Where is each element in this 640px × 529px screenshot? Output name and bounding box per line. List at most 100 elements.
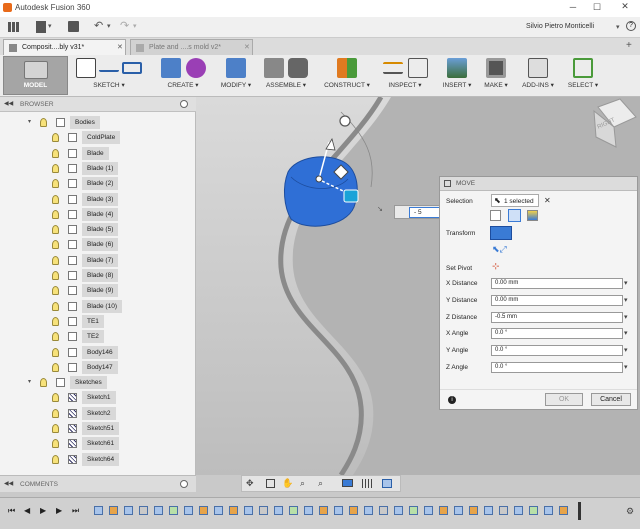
move-dialog-header[interactable]: MOVE <box>440 177 637 191</box>
transform-field-input[interactable]: 0.0 ° <box>491 345 623 357</box>
visibility-bulb-icon[interactable] <box>52 332 59 342</box>
visibility-bulb-icon[interactable] <box>52 163 59 173</box>
timeline-marker[interactable] <box>578 502 581 520</box>
browser-item-body[interactable]: Blade (10) <box>0 299 196 314</box>
timeline-feature-icon[interactable] <box>499 506 508 515</box>
selection-field[interactable]: ⬉ 1 selected <box>491 194 539 207</box>
help-icon[interactable]: ? <box>626 21 636 31</box>
comments-panel[interactable]: ◀◀ COMMENTS <box>0 475 196 492</box>
insert-image-icon[interactable] <box>447 58 467 78</box>
insert-menu[interactable]: INSERT ▾ <box>440 58 474 89</box>
timeline-start-icon[interactable]: ⏮ <box>8 506 15 516</box>
timeline-feature-icon[interactable] <box>244 506 253 515</box>
timeline-feature-icon[interactable] <box>319 506 328 515</box>
timeline-feature-icon[interactable] <box>154 506 163 515</box>
visibility-bulb-icon[interactable] <box>52 301 59 311</box>
browser-item-body[interactable]: Blade (5) <box>0 222 196 237</box>
look-at-icon[interactable] <box>266 479 275 488</box>
scripts-icon[interactable] <box>528 58 548 78</box>
browser-item-sketch[interactable]: Sketch1 <box>0 390 196 405</box>
z-axis-arrow-icon[interactable] <box>325 137 336 151</box>
visibility-bulb-icon[interactable] <box>52 362 59 372</box>
measure-icon[interactable] <box>382 62 403 74</box>
visibility-bulb-icon[interactable] <box>40 378 47 388</box>
data-panel-icon[interactable] <box>8 22 20 32</box>
browser-item-body[interactable]: Blade (7) <box>0 253 196 268</box>
select-icon[interactable] <box>573 58 593 78</box>
sketch-menu[interactable]: SKETCH ▾ <box>74 58 144 89</box>
browser-pin-icon[interactable] <box>180 100 188 108</box>
timeline-feature-icon[interactable] <box>139 506 148 515</box>
transform-field-input[interactable]: -0.5 mm <box>491 311 623 323</box>
make-menu[interactable]: MAKE ▾ <box>482 58 510 89</box>
offset-plane-icon[interactable] <box>337 58 357 78</box>
timeline-feature-icon[interactable] <box>529 506 538 515</box>
document-tab-active[interactable]: Composit....bly v31* ✕ <box>3 39 126 55</box>
document-tab[interactable]: Plate and ....s mold v2* ✕ <box>130 39 253 55</box>
browser-item-sketch[interactable]: Sketch64 <box>0 452 196 467</box>
add-comment-icon[interactable] <box>180 480 188 488</box>
extrude-icon[interactable] <box>160 58 181 78</box>
display-settings-icon[interactable] <box>342 479 353 487</box>
create-sketch-icon[interactable] <box>75 58 96 78</box>
transform-field-dropdown-icon[interactable]: ▾ <box>624 363 628 371</box>
joint-icon[interactable] <box>288 58 308 78</box>
browser-item-body[interactable]: Body147 <box>0 360 196 375</box>
timeline-feature-icon[interactable] <box>199 506 208 515</box>
visibility-bulb-icon[interactable] <box>52 209 59 219</box>
addins-menu[interactable]: ADD-INS ▾ <box>520 58 556 89</box>
3d-print-icon[interactable] <box>486 58 506 78</box>
pivot-point-icon[interactable] <box>315 175 323 183</box>
section-analysis-icon[interactable] <box>407 58 428 78</box>
browser-item-body[interactable]: TE2 <box>0 329 196 344</box>
browser-item-body[interactable]: Blade (2) <box>0 176 196 191</box>
user-chevron-icon[interactable]: ▾ <box>616 23 620 31</box>
timeline-feature-icon[interactable] <box>409 506 418 515</box>
rotate-handle-icon[interactable] <box>339 115 351 127</box>
file-menu-chevron-icon[interactable]: ▾ <box>48 22 52 30</box>
timeline-feature-icon[interactable] <box>454 506 463 515</box>
visibility-bulb-icon[interactable] <box>52 271 59 280</box>
point-to-point-icon[interactable]: ⬉⤢ <box>492 244 507 255</box>
free-move-icon[interactable] <box>490 226 512 240</box>
info-icon[interactable]: i <box>448 396 456 404</box>
timeline-play-icon[interactable]: ▶ <box>40 506 46 515</box>
timeline-settings-icon[interactable]: ⚙ <box>626 506 634 517</box>
timeline-feature-icon[interactable] <box>304 506 313 515</box>
visibility-bulb-icon[interactable] <box>52 316 59 326</box>
timeline-feature-icon[interactable] <box>514 506 523 515</box>
collapse-dialog-icon[interactable] <box>444 180 451 187</box>
modify-menu[interactable]: MODIFY ▾ <box>216 58 256 89</box>
file-menu-icon[interactable] <box>36 21 46 33</box>
visibility-bulb-icon[interactable] <box>52 225 59 235</box>
clear-selection-icon[interactable]: ✕ <box>544 196 551 205</box>
visibility-bulb-icon[interactable] <box>52 240 59 250</box>
press-pull-icon[interactable] <box>226 58 246 78</box>
browser-item-body[interactable]: Blade (6) <box>0 237 196 252</box>
close-tab-icon[interactable]: ✕ <box>244 43 250 51</box>
timeline-feature-icon[interactable] <box>229 506 238 515</box>
folder-expand-icon[interactable]: ▾ <box>28 378 31 385</box>
visibility-bulb-icon[interactable] <box>52 408 59 418</box>
zoom-icon[interactable]: ⌕ <box>300 478 305 489</box>
timeline-next-icon[interactable]: ▶ <box>56 506 62 515</box>
rectangle-icon[interactable] <box>122 62 143 74</box>
transform-field-input[interactable]: 0.00 mm <box>491 294 623 306</box>
transform-field-dropdown-icon[interactable]: ▾ <box>624 346 628 354</box>
transform-field-input[interactable]: 0.0 ° <box>491 362 623 373</box>
inspect-menu[interactable]: INSPECT ▾ <box>380 58 430 89</box>
visibility-bulb-icon[interactable] <box>52 347 59 357</box>
browser-item-sketch[interactable]: Sketch61 <box>0 436 196 451</box>
visibility-bulb-icon[interactable] <box>52 148 59 158</box>
fit-icon[interactable]: ⌕ <box>318 478 323 489</box>
orbit-icon[interactable]: ✥ <box>246 478 254 489</box>
browser-folder-sketches[interactable]: ▾ Sketches <box>0 375 196 390</box>
grid-settings-icon[interactable] <box>362 479 373 488</box>
browser-item-sketch[interactable]: Sketch51 <box>0 421 196 436</box>
visibility-bulb-icon[interactable] <box>40 118 47 127</box>
browser-item-body[interactable]: Blade (9) <box>0 283 196 298</box>
set-pivot-icon[interactable]: ⊹ <box>492 261 500 272</box>
visibility-bulb-icon[interactable] <box>52 454 59 464</box>
transform-field-input[interactable]: 0.00 mm <box>491 278 623 289</box>
create-menu[interactable]: CREATE ▾ <box>158 58 208 89</box>
